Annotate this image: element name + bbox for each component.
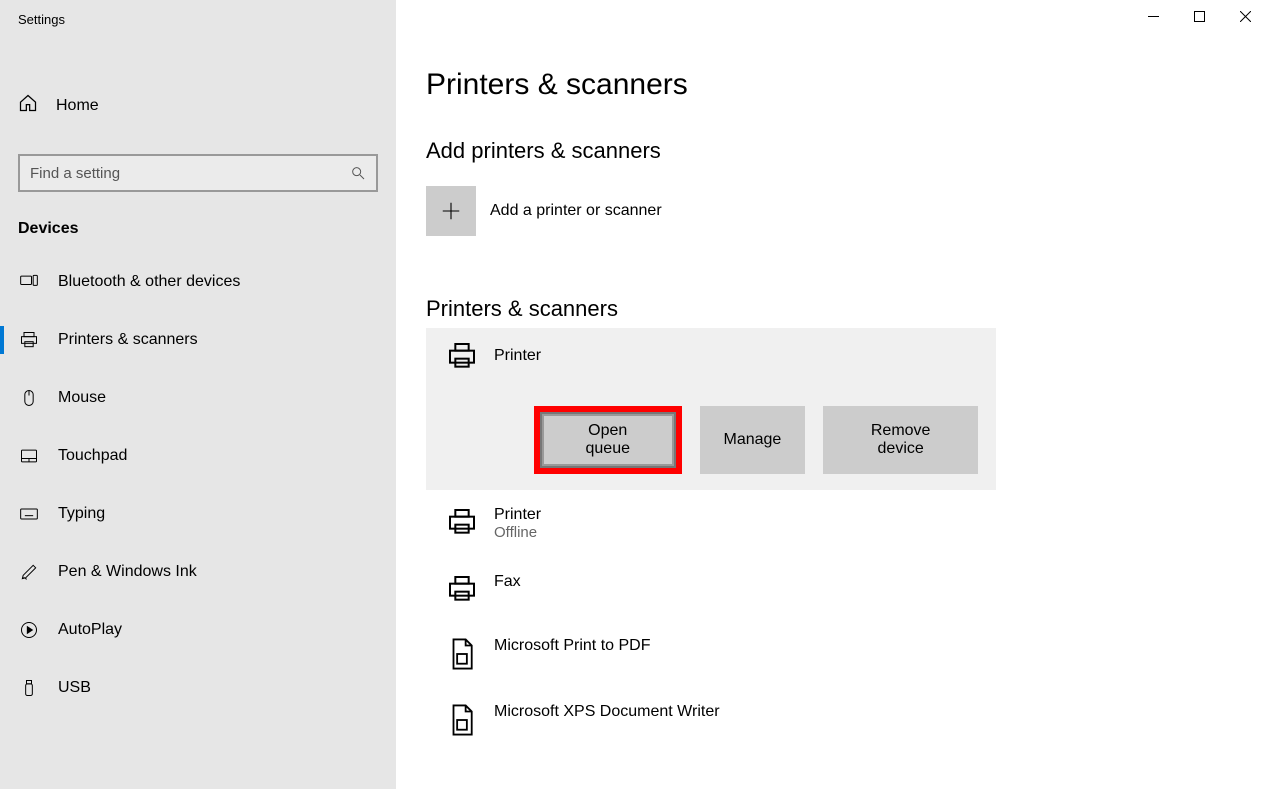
minimize-button[interactable] — [1130, 0, 1176, 32]
autoplay-icon — [18, 620, 40, 640]
printer-item[interactable]: Fax — [426, 557, 1238, 621]
sidebar-item-label: Typing — [58, 505, 105, 523]
printer-item-selected[interactable]: Printer Open queue Manage Remove device — [426, 328, 996, 490]
sidebar-item-typing[interactable]: Typing — [0, 490, 396, 538]
printer-name: Microsoft XPS Document Writer — [494, 703, 720, 721]
sidebar-item-label: Bluetooth & other devices — [58, 273, 240, 291]
add-section-heading: Add printers & scanners — [426, 138, 1238, 164]
printer-actions: Open queue Manage Remove device — [534, 406, 978, 474]
plus-icon — [426, 186, 476, 236]
remove-device-button[interactable]: Remove device — [823, 406, 978, 474]
printer-name: Printer — [494, 347, 541, 365]
keyboard-icon — [18, 504, 40, 524]
home-nav[interactable]: Home — [0, 79, 396, 132]
add-printer-label: Add a printer or scanner — [490, 202, 662, 220]
printer-item[interactable]: Printer Offline — [426, 490, 1238, 557]
search-input[interactable] — [30, 165, 350, 182]
sidebar-item-label: Printers & scanners — [58, 331, 198, 349]
add-printer-row[interactable]: Add a printer or scanner — [426, 186, 1238, 236]
sidebar-item-label: USB — [58, 679, 91, 697]
printer-icon — [444, 573, 480, 605]
printer-icon — [444, 506, 480, 538]
search-box[interactable] — [18, 154, 378, 192]
close-button[interactable] — [1222, 0, 1268, 32]
printer-name: Printer — [494, 506, 541, 524]
home-label: Home — [56, 97, 99, 115]
printer-name: Fax — [494, 573, 521, 591]
open-queue-highlight: Open queue — [534, 406, 682, 474]
manage-button[interactable]: Manage — [700, 406, 806, 474]
printer-item[interactable]: Microsoft XPS Document Writer — [426, 687, 1238, 753]
pen-icon — [18, 562, 40, 582]
printer-icon — [444, 340, 480, 372]
main-content: Printers & scanners Add printers & scann… — [396, 0, 1268, 789]
sidebar-item-pen[interactable]: Pen & Windows Ink — [0, 548, 396, 596]
devices-icon — [18, 272, 40, 292]
sidebar-item-touchpad[interactable]: Touchpad — [0, 432, 396, 480]
window-title: Settings — [0, 0, 396, 39]
printer-name: Microsoft Print to PDF — [494, 637, 650, 655]
sidebar-item-label: Mouse — [58, 389, 106, 407]
document-printer-icon — [444, 703, 480, 737]
mouse-icon — [18, 388, 40, 408]
touchpad-icon — [18, 446, 40, 466]
sidebar-item-printers[interactable]: Printers & scanners — [0, 316, 396, 364]
sidebar-item-usb[interactable]: USB — [0, 664, 396, 712]
category-label: Devices — [0, 192, 396, 248]
search-icon — [350, 165, 366, 181]
home-icon — [18, 93, 38, 118]
document-printer-icon — [444, 637, 480, 671]
sidebar-item-label: AutoPlay — [58, 621, 122, 639]
open-queue-button[interactable]: Open queue — [542, 414, 674, 466]
printer-item[interactable]: Microsoft Print to PDF — [426, 621, 1238, 687]
list-section-heading: Printers & scanners — [426, 296, 1238, 322]
maximize-button[interactable] — [1176, 0, 1222, 32]
printer-icon — [18, 330, 40, 350]
sidebar-item-label: Touchpad — [58, 447, 127, 465]
printer-status: Offline — [494, 524, 541, 541]
sidebar: Settings Home Devices Bluetooth & other … — [0, 0, 396, 789]
usb-icon — [18, 678, 40, 698]
sidebar-item-label: Pen & Windows Ink — [58, 563, 197, 581]
sidebar-item-bluetooth[interactable]: Bluetooth & other devices — [0, 258, 396, 306]
sidebar-item-mouse[interactable]: Mouse — [0, 374, 396, 422]
page-title: Printers & scanners — [426, 68, 1238, 102]
window-controls — [1130, 0, 1268, 32]
sidebar-item-autoplay[interactable]: AutoPlay — [0, 606, 396, 654]
